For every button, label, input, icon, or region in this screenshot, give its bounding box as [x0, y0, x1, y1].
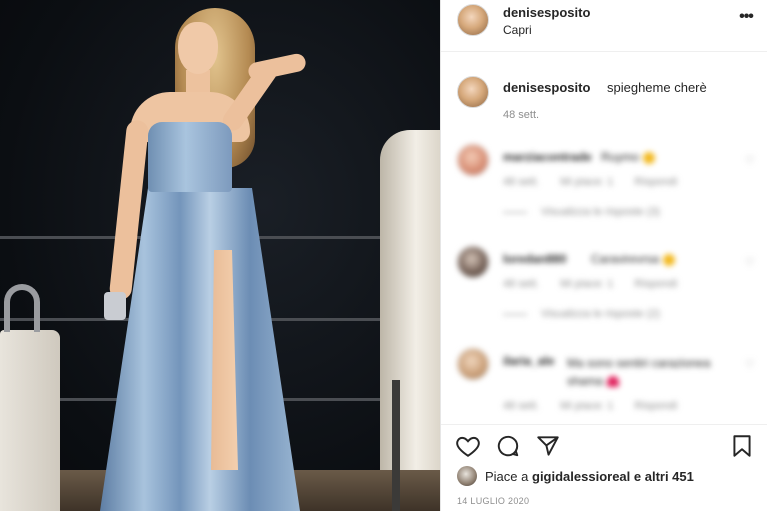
- comment-like-icon[interactable]: ♡: [745, 154, 755, 167]
- bookmark-icon[interactable]: [729, 433, 755, 459]
- likes-summary[interactable]: Piace a gigidalessioreal e altri 451: [441, 464, 767, 490]
- comment-likes[interactable]: Mi piace: 1: [560, 400, 613, 412]
- more-options-icon[interactable]: •••: [735, 8, 757, 26]
- comment-text: Caravirevrsa: [591, 252, 676, 266]
- avatar[interactable]: [457, 348, 489, 380]
- caption-username[interactable]: denisesposito: [503, 80, 590, 95]
- likes-others[interactable]: e altri 451: [634, 469, 694, 484]
- comment-like-icon[interactable]: ♡: [745, 358, 755, 371]
- dress-bodice: [148, 122, 232, 192]
- view-replies-label: Visualizza le risposte (3): [541, 206, 661, 218]
- comment-icon[interactable]: [495, 433, 521, 459]
- comment-text: Ma sono sentiri carazionea shama: [567, 356, 711, 388]
- clutch-bag: [104, 292, 126, 320]
- post-date: 14 LUGLIO 2020: [457, 496, 530, 506]
- post-photo[interactable]: [0, 0, 440, 511]
- comment-meta: 48 sett. Mi piace: 1 Rispondi: [503, 278, 695, 290]
- lamp-pole: [392, 380, 400, 511]
- location-link[interactable]: Capri: [503, 23, 532, 37]
- comment-item: marziacontrade Ruymo ♡ 48 sett. Mi piace…: [441, 144, 767, 234]
- table-cloth: [0, 330, 60, 511]
- post-side-panel: denisesposito Capri ••• denisesposito sp…: [440, 0, 767, 511]
- emoji-icon: [643, 151, 656, 164]
- avatar[interactable]: [457, 466, 477, 486]
- caption-text: spieghеme cherè: [607, 80, 707, 95]
- likes-username[interactable]: gigidalessioreal: [532, 469, 630, 484]
- post-header: denisesposito Capri •••: [441, 0, 767, 52]
- view-replies-label: Visualizza le risposte (2): [541, 308, 661, 320]
- faucet: [4, 284, 40, 332]
- heart-emoji-icon: [607, 376, 620, 388]
- comment-meta: 48 sett. Mi piace: 1 Rispondi: [503, 400, 695, 412]
- avatar[interactable]: [457, 76, 489, 108]
- divider: [503, 211, 527, 213]
- reply-button[interactable]: Rispondi: [634, 278, 677, 290]
- avatar[interactable]: [457, 144, 489, 176]
- comment-time: 48 sett.: [503, 278, 540, 290]
- comment-likes[interactable]: Mi piace: 1: [560, 278, 613, 290]
- header-username[interactable]: denisesposito: [503, 5, 590, 20]
- heart-icon[interactable]: [455, 433, 481, 459]
- comment-username[interactable]: loredan880: [503, 252, 566, 266]
- post-actions: [441, 424, 767, 464]
- comment-time: 48 sett.: [503, 176, 540, 188]
- comment-username[interactable]: marziacontrade: [503, 150, 592, 164]
- likes-text: Piace a gigidalessioreal e altri 451: [485, 469, 694, 484]
- divider: [503, 313, 527, 315]
- avatar[interactable]: [457, 246, 489, 278]
- avatar[interactable]: [457, 4, 489, 36]
- likes-prefix: Piace a: [485, 469, 529, 484]
- send-icon[interactable]: [535, 433, 561, 459]
- emoji-icon: [663, 253, 676, 266]
- view-replies-button[interactable]: Visualizza le risposte (2): [503, 308, 660, 320]
- reply-button[interactable]: Rispondi: [634, 176, 677, 188]
- comment-text: Ruymo: [601, 150, 656, 164]
- comment-meta: 48 sett. Mi piace: 1 Rispondi: [503, 176, 695, 188]
- figure-arm: [246, 52, 308, 82]
- comment-item: loredan880 Caravirevrsa ♡ 48 sett. Mi pi…: [441, 246, 767, 336]
- comment-time: 48 sett.: [503, 400, 540, 412]
- lamp-shade: [380, 130, 440, 470]
- caption-time: 48 sett.: [503, 109, 540, 121]
- post-caption: denisesposito spieghеme cherè 48 sett.: [441, 72, 767, 132]
- comment-like-icon[interactable]: ♡: [745, 256, 755, 269]
- figure-face: [178, 22, 218, 74]
- comment-likes[interactable]: Mi piace: 1: [560, 176, 613, 188]
- view-replies-button[interactable]: Visualizza le risposte (3): [503, 206, 660, 218]
- reply-button[interactable]: Rispondi: [634, 400, 677, 412]
- comment-username[interactable]: ilaria_ale: [503, 354, 554, 368]
